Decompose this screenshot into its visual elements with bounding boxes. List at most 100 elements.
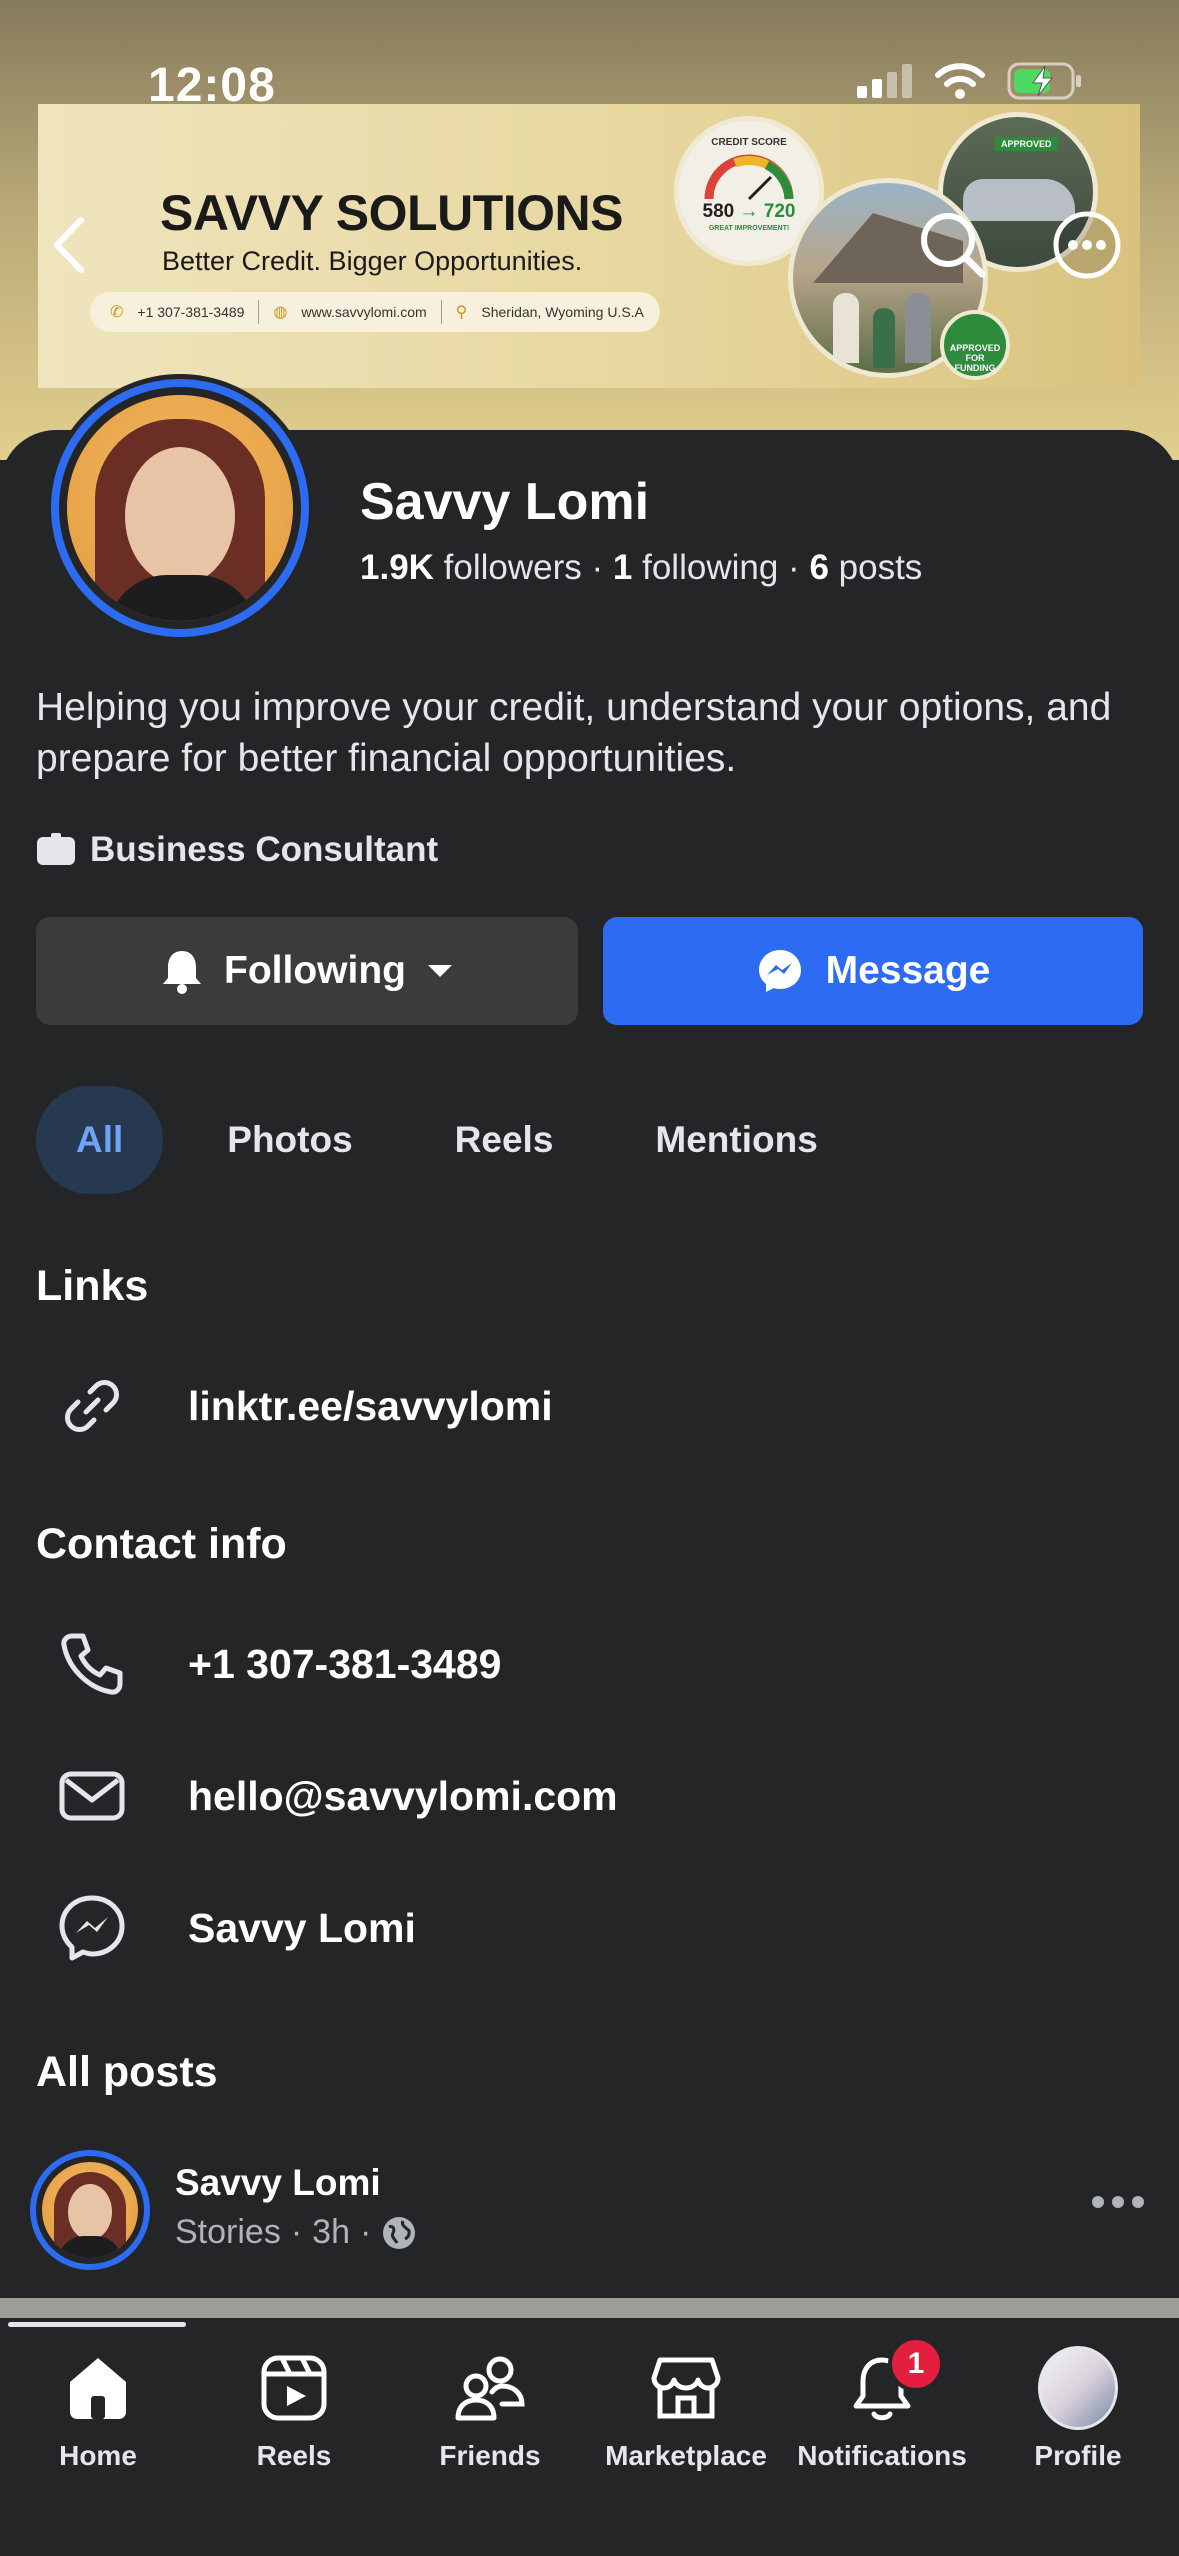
message-button[interactable]: Message <box>603 917 1143 1025</box>
globe-icon <box>383 2216 416 2249</box>
location-pin-icon: ⚲ <box>455 304 468 321</box>
credit-note: GREAT IMPROVEMENT! <box>708 225 790 232</box>
following-button-label: Following <box>224 949 406 992</box>
following-count: 1 <box>612 548 633 587</box>
notification-badge: 1 <box>888 2336 944 2392</box>
post-more-button[interactable] <box>1092 2196 1144 2208</box>
briefcase-icon <box>37 833 75 865</box>
divider <box>440 300 442 324</box>
post-author-avatar[interactable] <box>30 2150 150 2270</box>
posts-label: posts <box>838 548 923 587</box>
caret-down-icon <box>427 965 452 977</box>
contact-phone[interactable]: +1 307-381-3489 <box>188 1641 501 1688</box>
profile-name: Savvy Lomi <box>360 473 650 531</box>
nav-home-label: Home <box>59 2440 137 2471</box>
post-time[interactable]: 3h <box>312 2213 350 2252</box>
nav-notifications[interactable]: 1 Notifications <box>784 2336 980 2472</box>
status-time: 12:08 <box>148 59 276 112</box>
gauge-icon <box>704 154 794 201</box>
nav-notifications-label: Notifications <box>797 2440 967 2471</box>
posts-count: 6 <box>809 548 829 587</box>
post-source: Stories <box>175 2213 281 2251</box>
contact-messenger-row[interactable]: Savvy Lomi <box>36 1892 416 1964</box>
brand-tagline: Better Credit. Bigger Opportunities. <box>162 246 583 276</box>
dot-separator: · <box>788 548 810 587</box>
home-icon <box>70 2358 126 2419</box>
section-divider <box>0 2298 1179 2318</box>
profile-avatar-thumb <box>1038 2346 1118 2430</box>
wifi-icon <box>935 63 985 99</box>
contact-messenger[interactable]: Savvy Lomi <box>188 1905 416 1952</box>
avatar-photo <box>42 2162 138 2258</box>
dot <box>1132 2196 1144 2208</box>
nav-profile-label: Profile <box>1034 2440 1122 2471</box>
tab-reels[interactable]: Reels <box>417 1086 592 1194</box>
profile-stats: 1.9K followers · 1 following · 6 posts <box>360 548 922 588</box>
nav-reels[interactable]: Reels <box>196 2348 392 2472</box>
brand-title: SAVVY SOLUTIONS <box>160 185 623 241</box>
dot-separator: · <box>591 548 613 587</box>
dot <box>1112 2196 1124 2208</box>
link-row[interactable]: linktr.ee/savvylomi <box>36 1370 553 1442</box>
nav-friends[interactable]: Friends <box>392 2348 588 2472</box>
more-icon <box>1053 211 1121 279</box>
profile-avatar[interactable] <box>46 374 314 642</box>
marketplace-icon <box>651 2357 721 2419</box>
tab-all[interactable]: All <box>36 1086 164 1194</box>
profile-tabs: All Photos Reels Mentions <box>36 1086 856 1194</box>
links-title: Links <box>36 1262 149 1310</box>
all-posts-title: All posts <box>36 2048 218 2096</box>
credit-from: 580 <box>702 201 735 222</box>
mail-icon <box>59 1771 125 1821</box>
following-link[interactable]: 1 following <box>613 548 778 587</box>
divider <box>258 300 260 324</box>
reels-icon <box>261 2355 327 2421</box>
credit-to: 720 <box>763 201 796 222</box>
message-button-label: Message <box>825 949 991 992</box>
tab-mentions[interactable]: Mentions <box>617 1086 855 1194</box>
phone-icon: ✆ <box>110 304 124 321</box>
banner-location: Sheridan, Wyoming U.S.A <box>481 304 644 320</box>
search-icon <box>921 213 986 278</box>
credit-score-label: CREDIT SCORE <box>711 137 787 148</box>
nav-home[interactable]: Home <box>0 2348 196 2472</box>
followers-label: followers <box>443 548 582 587</box>
back-button[interactable] <box>34 210 104 280</box>
link-url[interactable]: linktr.ee/savvylomi <box>188 1383 553 1430</box>
following-button[interactable]: Following <box>36 917 578 1025</box>
banner-phone: +1 307-381-3489 <box>137 304 245 320</box>
banner-website: www.savvylomi.com <box>301 304 427 320</box>
avatar-photo <box>67 395 293 621</box>
bottom-nav: Home Reels Friends Marketplace 1 Notific… <box>0 2318 1179 2556</box>
more-options-button[interactable] <box>1052 210 1122 280</box>
banner-contact-pill: ✆ +1 307-381-3489 ◍ www.savvylomi.com ⚲ … <box>90 292 660 332</box>
posts-link[interactable]: 6 posts <box>809 548 922 587</box>
tab-photos[interactable]: Photos <box>189 1086 390 1194</box>
contact-email[interactable]: hello@savvylomi.com <box>188 1773 618 1820</box>
contact-email-row[interactable]: hello@savvylomi.com <box>36 1760 618 1832</box>
friends-icon <box>455 2356 525 2421</box>
approved-tag: APPROVED <box>995 137 1058 151</box>
approved-funding-label: APPROVED FOR FUNDING <box>949 343 1001 373</box>
contact-phone-row[interactable]: +1 307-381-3489 <box>36 1628 501 1700</box>
nav-reels-label: Reels <box>256 2440 332 2471</box>
post-author-name[interactable]: Savvy Lomi <box>175 2162 381 2204</box>
followers-link[interactable]: 1.9K followers <box>360 548 582 587</box>
profile-category: Business Consultant <box>36 830 438 870</box>
followers-count: 1.9K <box>360 548 434 587</box>
nav-marketplace[interactable]: Marketplace <box>588 2348 784 2472</box>
status-icons <box>857 62 1083 100</box>
nav-profile[interactable]: Profile <box>980 2346 1176 2472</box>
phone-icon <box>61 1633 123 1695</box>
search-button[interactable] <box>918 210 988 280</box>
battery-charging-icon <box>1007 62 1081 100</box>
globe-icon: ◍ <box>273 304 288 321</box>
nav-marketplace-label: Marketplace <box>605 2440 767 2471</box>
link-icon <box>65 1380 119 1432</box>
chevron-left-icon <box>54 217 84 273</box>
story-ring <box>51 379 309 637</box>
active-tab-indicator <box>8 2322 186 2327</box>
messenger-icon <box>59 1895 125 1961</box>
dot-separator: · <box>359 2213 372 2251</box>
contact-info-title: Contact info <box>36 1520 287 1568</box>
